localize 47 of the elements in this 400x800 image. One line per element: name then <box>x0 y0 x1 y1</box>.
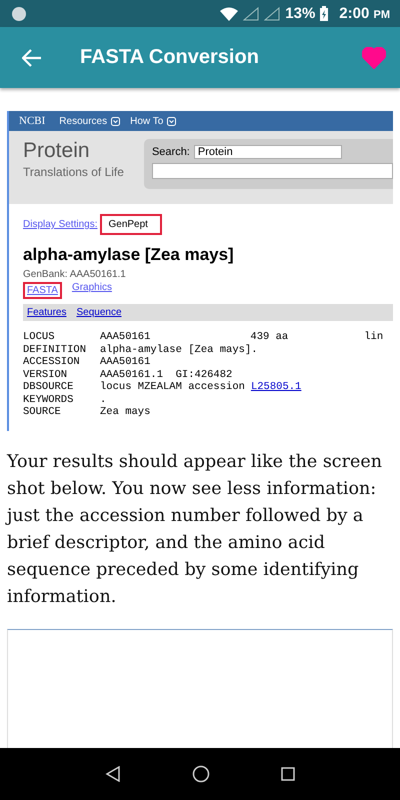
database-subtitle: Translations of Life <box>23 165 124 179</box>
field-value: Zea mays <box>100 406 150 418</box>
home-icon[interactable] <box>192 765 210 783</box>
section-link[interactable]: Sequence <box>76 307 122 318</box>
battery-percent: 13% <box>285 5 316 22</box>
database-title: Protein <box>23 139 91 163</box>
field-label: KEYWORDS <box>23 394 74 406</box>
search-field[interactable] <box>152 163 393 179</box>
field-value: AAA50161 <box>100 356 150 368</box>
display-settings-link[interactable]: Display Settings: <box>23 219 98 230</box>
genbank-id: GenBank: AAA50161.1 <box>23 269 127 280</box>
recents-icon[interactable] <box>280 767 295 781</box>
dropdown-icon[interactable] <box>167 116 176 126</box>
instruction-text: Your results should appear like the screen shot below. You now see less information: just the accession number followed by a brief descriptor, and the amino acid sequence preceded by some identifying information. <box>7 451 383 609</box>
ncbi-logo: NCBI <box>19 115 46 127</box>
field-value: 439 aa <box>250 331 288 344</box>
database-dropdown[interactable]: Protein <box>194 145 342 159</box>
battery-icon <box>320 6 328 21</box>
signal-icon <box>264 6 280 20</box>
format-highlight: GenPept <box>100 214 162 235</box>
screen-title: FASTA Conversion <box>80 46 260 69</box>
clock: 2:00 PM <box>339 5 390 22</box>
format-link[interactable]: FASTA <box>23 282 62 299</box>
wifi-icon <box>220 6 238 20</box>
dropdown-icon[interactable] <box>111 116 120 126</box>
field-label: DBSOURCE <box>23 381 74 394</box>
field-label: LOCUS <box>23 331 56 344</box>
field-value: AAA50161.1 GI:426482 <box>100 368 232 381</box>
field-label: DEFINITION <box>23 344 88 356</box>
field-label: ACCESSION <box>23 356 81 368</box>
field-value: lin <box>364 331 384 344</box>
record-title: alpha-amylase [Zea mays] <box>23 245 235 265</box>
field-value: locus MZEALAM accession <box>100 381 245 394</box>
field-value: . <box>100 394 106 406</box>
format-link[interactable]: Graphics <box>72 282 112 299</box>
field-value: alpha-amylase [Zea mays]. <box>100 344 258 356</box>
nav-menu[interactable]: How To <box>130 116 164 126</box>
back-arrow-icon[interactable] <box>22 48 42 66</box>
section-link[interactable]: Features <box>27 307 66 318</box>
search-label: Search: <box>152 146 190 158</box>
field-label: VERSION <box>23 368 68 381</box>
field-label: SOURCE <box>23 406 62 418</box>
nav-menu[interactable]: Resources <box>59 116 108 126</box>
back-icon[interactable] <box>105 766 122 782</box>
accession-link[interactable]: L25805.1 <box>250 381 302 394</box>
field-value: AAA50161 <box>100 331 150 344</box>
signal-icon <box>243 6 260 20</box>
